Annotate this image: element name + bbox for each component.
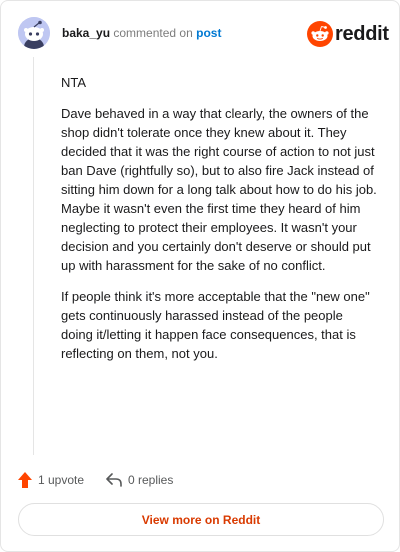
user-avatar[interactable]: [18, 17, 50, 49]
view-more-button[interactable]: View more on Reddit: [18, 503, 384, 536]
replies-count: 0 replies: [128, 473, 174, 487]
comment-embed-card: baka_yu commented on post reddit NTA Dav…: [0, 0, 400, 552]
reddit-logo[interactable]: reddit: [307, 21, 389, 47]
post-link[interactable]: post: [196, 26, 221, 40]
reply-arrow-icon: [106, 473, 122, 487]
comment-paragraph: Dave behaved in a way that clearly, the …: [61, 106, 377, 273]
comment-paragraph: If people think it's more acceptable tha…: [61, 289, 370, 361]
reddit-snoo-icon: [307, 21, 333, 47]
comment-header: baka_yu commented on post reddit: [18, 17, 389, 51]
action-text: commented on: [113, 26, 193, 40]
username-link[interactable]: baka_yu: [62, 26, 110, 40]
comment-meta: baka_yu commented on post: [62, 26, 221, 40]
snoo-avatar-icon: [18, 17, 50, 49]
reddit-wordmark: reddit: [335, 23, 389, 45]
replies-button[interactable]: 0 replies: [106, 471, 173, 489]
comment-paragraph: NTA: [61, 75, 87, 90]
upvote-arrow-icon: [18, 472, 32, 488]
upvote-count: 1 upvote: [38, 473, 85, 487]
comment-body: NTA Dave behaved in a way that clearly, …: [61, 73, 377, 375]
upvote-button[interactable]: 1 upvote: [18, 471, 84, 489]
thread-line: [33, 57, 34, 455]
